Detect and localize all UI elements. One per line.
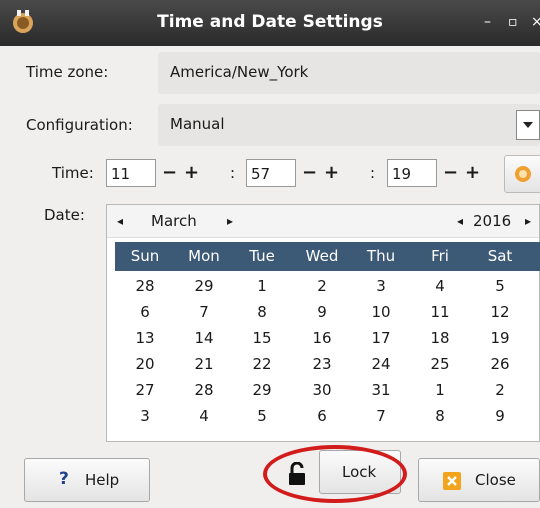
timezone-value: America/New_York (170, 63, 309, 81)
calendar-day[interactable]: 23 (297, 355, 347, 373)
close-label: Close (475, 471, 516, 489)
close-window-button[interactable]: × (531, 14, 540, 30)
close-icon (443, 472, 461, 490)
calendar-day[interactable]: 25 (415, 355, 465, 373)
seconds-field[interactable]: 19 (387, 159, 437, 187)
seconds-decrement-button[interactable]: − (441, 160, 460, 186)
calendar-day[interactable]: 7 (356, 407, 406, 425)
calendar-day[interactable]: 27 (120, 381, 170, 399)
calendar-day[interactable]: 3 (356, 277, 406, 295)
highlight-annotation (263, 445, 407, 503)
calendar-day[interactable]: 28 (179, 381, 229, 399)
weekday-header: Sun Mon Tue Wed Thu Fri Sat (115, 242, 540, 271)
calendar-day[interactable]: 20 (120, 355, 170, 373)
previous-month-button[interactable]: ◂ (117, 214, 123, 228)
maximize-button[interactable]: ▫ (508, 14, 518, 30)
calendar-day[interactable]: 6 (297, 407, 347, 425)
calendar: ◂ March ▸ ◂ 2016 ▸ Sun Mon Tue Wed Thu F… (106, 204, 540, 442)
time-separator: : (370, 164, 376, 182)
calendar-day[interactable]: 3 (120, 407, 170, 425)
next-year-button[interactable]: ▸ (525, 214, 531, 228)
calendar-day[interactable]: 8 (415, 407, 465, 425)
close-button[interactable]: Close (418, 458, 540, 502)
time-date-dialog: Time and Date Settings – ▫ × Time zone: … (0, 0, 540, 508)
date-label: Date: (44, 206, 85, 224)
weekday-label: Mon (188, 247, 220, 265)
calendar-day[interactable]: 5 (475, 277, 525, 295)
calendar-day[interactable]: 1 (237, 277, 287, 295)
minutes-increment-button[interactable]: + (322, 160, 341, 186)
calendar-day[interactable]: 16 (297, 329, 347, 347)
calendar-day[interactable]: 5 (237, 407, 287, 425)
weekday-label: Fri (431, 247, 449, 265)
calendar-day[interactable]: 10 (356, 303, 406, 321)
calendar-day[interactable]: 11 (415, 303, 465, 321)
time-label: Time: (52, 164, 94, 182)
calendar-day[interactable]: 15 (237, 329, 287, 347)
minutes-decrement-button[interactable]: − (300, 160, 319, 186)
weekday-label: Sat (487, 247, 513, 265)
calendar-day[interactable]: 29 (179, 277, 229, 295)
calendar-day[interactable]: 21 (179, 355, 229, 373)
weekday-label: Thu (366, 247, 396, 265)
calendar-day[interactable]: 31 (356, 381, 406, 399)
chevron-down-icon[interactable] (516, 110, 540, 140)
calendar-day[interactable]: 12 (475, 303, 525, 321)
calendar-day[interactable]: 17 (356, 329, 406, 347)
next-month-button[interactable]: ▸ (227, 214, 233, 228)
timezone-label: Time zone: (26, 63, 109, 81)
weekday-label: Tue (249, 247, 275, 265)
sync-time-button[interactable] (504, 155, 540, 193)
calendar-day[interactable]: 19 (475, 329, 525, 347)
help-button[interactable]: ? Help (24, 458, 150, 502)
time-separator: : (230, 164, 236, 182)
calendar-day[interactable]: 28 (120, 277, 170, 295)
calendar-day[interactable]: 24 (356, 355, 406, 373)
month-label: March (151, 212, 197, 230)
help-label: Help (85, 471, 120, 489)
minimize-button[interactable]: – (484, 14, 491, 30)
calendar-day[interactable]: 14 (179, 329, 229, 347)
calendar-day[interactable]: 8 (237, 303, 287, 321)
calendar-day[interactable]: 22 (237, 355, 287, 373)
calendar-day[interactable]: 2 (297, 277, 347, 295)
hours-increment-button[interactable]: + (182, 160, 201, 186)
calendar-day[interactable]: 1 (415, 381, 465, 399)
calendar-day[interactable]: 30 (297, 381, 347, 399)
configuration-label: Configuration: (26, 116, 133, 134)
calendar-day[interactable]: 29 (237, 381, 287, 399)
configuration-combo[interactable]: Manual (158, 104, 540, 146)
window-title: Time and Date Settings (157, 12, 383, 32)
calendar-navigation: ◂ March ▸ ◂ 2016 ▸ (107, 205, 539, 238)
calendar-day[interactable]: 6 (120, 303, 170, 321)
calendar-day[interactable]: 4 (415, 277, 465, 295)
configuration-value: Manual (170, 115, 225, 133)
sync-icon (515, 166, 531, 182)
help-icon: ? (59, 469, 69, 489)
title-bar: Time and Date Settings – ▫ × (0, 0, 540, 46)
seconds-increment-button[interactable]: + (463, 160, 482, 186)
previous-year-button[interactable]: ◂ (457, 214, 463, 228)
minutes-field[interactable]: 57 (246, 159, 296, 187)
hours-field[interactable]: 11 (106, 159, 156, 187)
year-label: 2016 (473, 212, 512, 230)
calendar-day[interactable]: 7 (179, 303, 229, 321)
calendar-day[interactable]: 9 (297, 303, 347, 321)
calendar-day[interactable]: 18 (415, 329, 465, 347)
weekday-label: Sun (130, 247, 160, 265)
calendar-day[interactable]: 4 (179, 407, 229, 425)
hours-decrement-button[interactable]: − (160, 160, 179, 186)
calendar-day[interactable]: 9 (475, 407, 525, 425)
timezone-button[interactable]: America/New_York (158, 52, 540, 94)
weekday-label: Wed (305, 247, 339, 265)
calendar-day[interactable]: 26 (475, 355, 525, 373)
calendar-day[interactable]: 13 (120, 329, 170, 347)
calendar-day[interactable]: 2 (475, 381, 525, 399)
